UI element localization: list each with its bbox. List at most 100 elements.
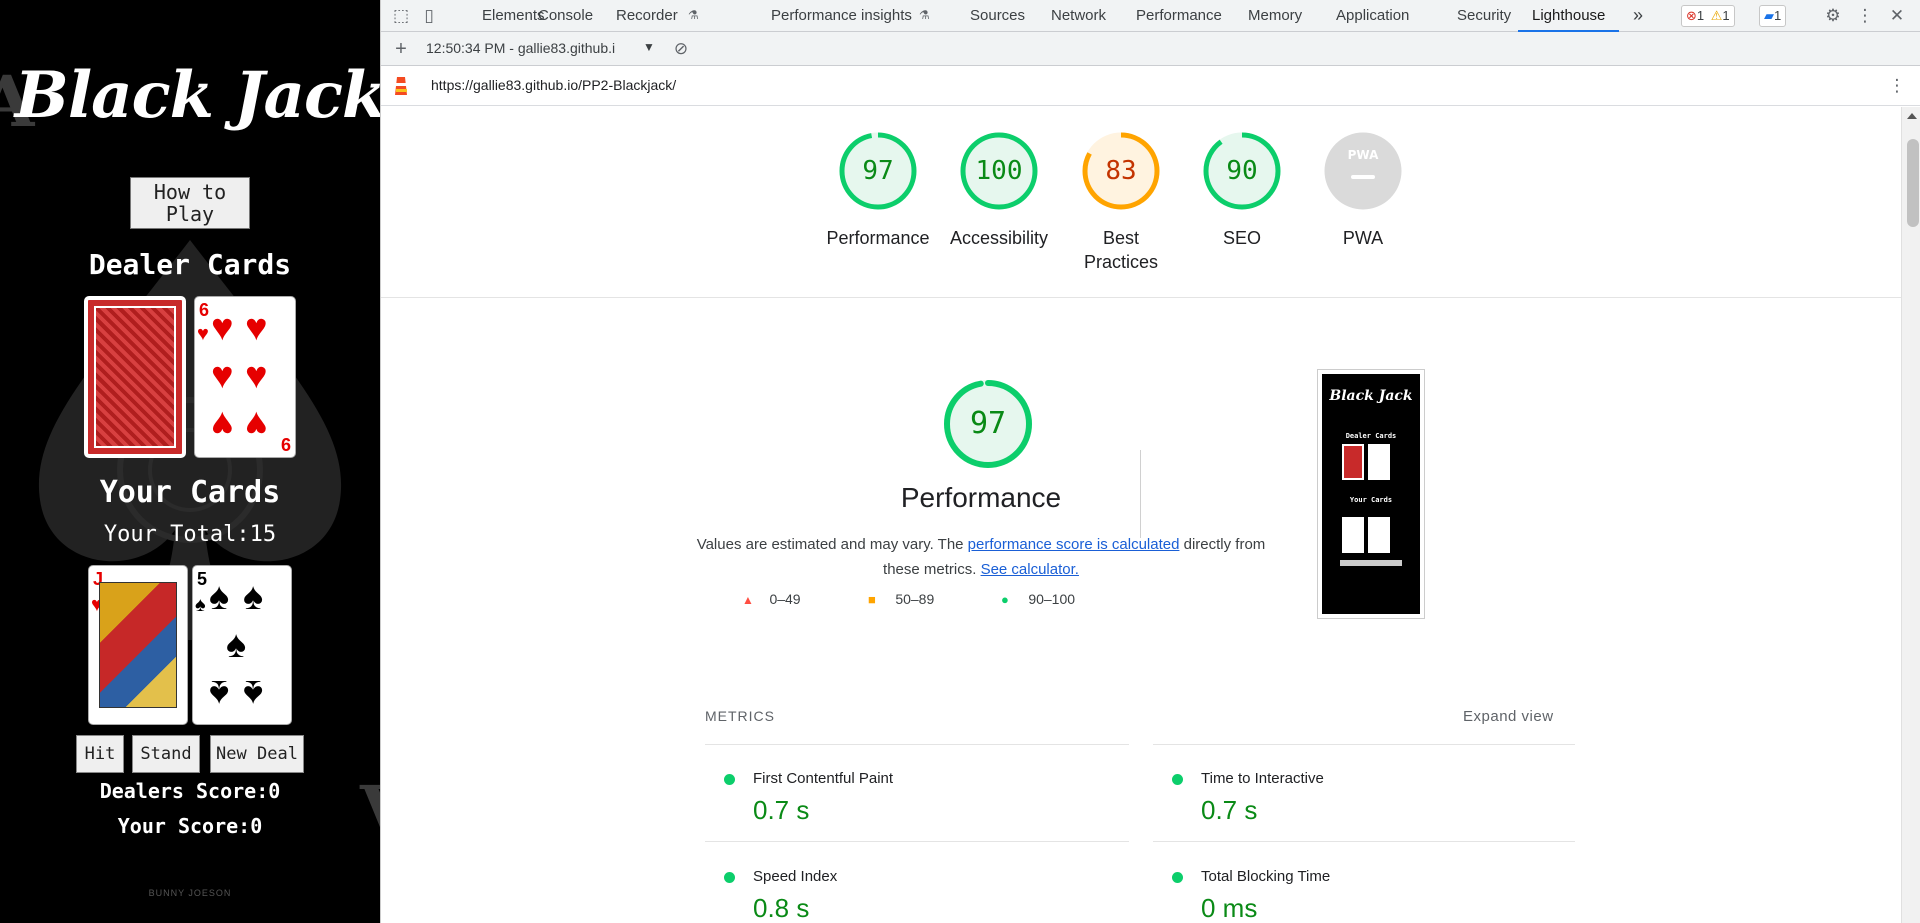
legend-fail: ▲ 0–49 xyxy=(742,591,801,607)
metric-name: Time to Interactive xyxy=(1201,770,1324,787)
pass-indicator-icon xyxy=(724,872,735,883)
divider xyxy=(381,297,1901,298)
tab-security[interactable]: Security xyxy=(1457,0,1511,32)
dealer-card-facedown xyxy=(84,296,186,458)
pass-indicator-icon xyxy=(724,774,735,785)
more-tabs-button[interactable]: » xyxy=(1633,0,1643,32)
experimental-flask-icon: ⚗ xyxy=(688,8,699,22)
gauge-pwa[interactable]: PWA PWA xyxy=(1323,131,1403,248)
vertical-divider xyxy=(1140,450,1141,538)
gauge-performance[interactable]: 97 Performance xyxy=(826,131,930,248)
message-icon: ▰ xyxy=(1764,8,1774,23)
jack-face-image xyxy=(99,582,177,708)
tab-performance-insights[interactable]: Performance insights xyxy=(771,0,912,32)
scrollbar-thumb[interactable] xyxy=(1907,139,1919,227)
your-score: Your Score:0 xyxy=(117,814,263,838)
performance-heading: Performance xyxy=(900,482,1062,513)
performance-description: Values are estimated and may vary. The p… xyxy=(696,536,1266,578)
gauge-label: PWA xyxy=(1342,228,1384,248)
devtools-toolbar: ⬚ ▯ Elements Console Recorder ⚗ Performance … xyxy=(381,0,1920,32)
gauge-seo[interactable]: 90 SEO xyxy=(1202,131,1282,248)
performance-main-gauge: 97 xyxy=(942,378,1034,470)
device-toolbar-icon[interactable]: ▯ xyxy=(417,4,441,28)
new-report-plus-icon[interactable]: + xyxy=(389,37,413,61)
heart-icon: ♥ xyxy=(211,355,234,397)
clear-reports-icon[interactable]: ⊘ xyxy=(669,37,693,61)
tab-elements[interactable]: Elements xyxy=(482,0,545,32)
metric-name: Total Blocking Time xyxy=(1201,868,1331,885)
warning-icon: ⚠ xyxy=(1710,8,1723,23)
gauge-best-practices[interactable]: 83 Best Practices xyxy=(1081,131,1161,272)
more-options-icon[interactable]: ⋮ xyxy=(1853,4,1877,28)
player-card-jack-hearts: J ♥ xyxy=(88,565,188,725)
footer-credit: BUNNY JOESON xyxy=(148,888,232,898)
your-total: Your Total:15 xyxy=(103,522,277,547)
dealers-score: Dealers Score:0 xyxy=(99,779,281,803)
dealer-cards-heading: Dealer Cards xyxy=(88,248,292,281)
gauge-label: Accessibility xyxy=(949,228,1049,248)
scroll-up-arrow-icon[interactable] xyxy=(1907,113,1917,119)
metric-value: 0.7 s xyxy=(753,795,810,825)
heart-icon: ♥ xyxy=(245,403,268,445)
lighthouse-logo-icon xyxy=(393,75,409,97)
tab-recorder[interactable]: Recorder xyxy=(616,0,678,32)
dealer-card-six-hearts: 6 ♥ ♥ ♥ ♥ ♥ ♥ ♥ 9 xyxy=(194,296,296,458)
gauge-accessibility[interactable]: 100 Accessibility xyxy=(950,131,1048,248)
tab-lighthouse[interactable]: Lighthouse xyxy=(1518,0,1620,32)
player-card-five-spades: 5 ♠ ♠ ♠ ♠ ♠ ♠ xyxy=(192,565,292,725)
metric-name: Speed Index xyxy=(753,868,838,885)
see-calculator-link[interactable]: See calculator. xyxy=(981,561,1079,578)
devtools-panel: ⬚ ▯ Elements Console Recorder ⚗ Performance … xyxy=(380,0,1920,923)
spade-icon: ♠ xyxy=(226,624,247,666)
gauge-score: 100 xyxy=(975,156,1023,186)
tab-sources[interactable]: Sources xyxy=(970,0,1025,32)
tab-performance[interactable]: Performance xyxy=(1136,0,1222,32)
performance-main-score: 97 xyxy=(969,406,1007,441)
metric-value: 0 ms xyxy=(1201,893,1258,923)
messages-badge[interactable]: ▰1 xyxy=(1759,5,1787,27)
report-selector[interactable]: 12:50:34 PM - gallie83.github.i xyxy=(426,40,615,56)
metric-value: 0.8 s xyxy=(753,893,810,923)
gauge-score: 97 xyxy=(862,156,894,186)
red-triangle-icon: ▲ xyxy=(742,593,754,607)
gauge-label: Best Practices xyxy=(1083,228,1159,272)
final-screenshot-thumbnail[interactable]: Black Jack Dealer Cards Your Cards xyxy=(1317,369,1425,619)
metric-name: First Contentful Paint xyxy=(753,770,894,787)
heart-icon: ♥ xyxy=(245,355,268,397)
tab-memory[interactable]: Memory xyxy=(1248,0,1302,32)
heart-icon: ♥ xyxy=(245,307,268,349)
tab-console[interactable]: Console xyxy=(538,0,593,32)
chevron-down-icon[interactable]: ▼ xyxy=(643,40,655,54)
close-icon[interactable]: ✕ xyxy=(1885,4,1909,28)
legend-pass: ● 90–100 xyxy=(1001,591,1076,607)
metric-divider xyxy=(705,841,1129,842)
metric-divider xyxy=(1153,841,1575,842)
expand-view-toggle[interactable]: Expand view xyxy=(1463,708,1554,725)
legend-average: ■ 50–89 xyxy=(868,591,935,607)
green-circle-icon: ● xyxy=(1001,592,1009,607)
spade-icon: ♠ xyxy=(209,576,230,618)
spade-icon: ♠ xyxy=(243,576,264,618)
gauge-score: PWA xyxy=(1347,148,1379,162)
heart-icon: ♥ xyxy=(211,403,234,445)
report-url-bar: https://gallie83.github.io/PP2-Blackjack… xyxy=(381,66,1920,106)
report-scrollbar[interactable] xyxy=(1901,107,1920,923)
metric-value: 0.7 s xyxy=(1201,795,1258,825)
new-deal-button[interactable]: New Deal xyxy=(210,735,304,773)
hit-button[interactable]: Hit xyxy=(76,735,124,773)
issue-counts[interactable]: ⊗1 ⚠1 xyxy=(1681,5,1735,27)
tab-network[interactable]: Network xyxy=(1051,0,1106,32)
experimental-flask-icon: ⚗ xyxy=(919,8,930,22)
background-spade-icon xyxy=(38,240,342,640)
spade-icon: ♠ xyxy=(195,594,206,616)
stand-button[interactable]: Stand xyxy=(132,735,200,773)
settings-gear-icon[interactable]: ⚙ xyxy=(1821,4,1845,28)
performance-score-link[interactable]: performance score is calculated xyxy=(968,536,1180,553)
game-title: Black Jack xyxy=(14,58,380,133)
report-url[interactable]: https://gallie83.github.io/PP2-Blackjack… xyxy=(431,77,676,93)
tab-application[interactable]: Application xyxy=(1336,0,1409,32)
how-to-play-button[interactable]: How to Play xyxy=(130,177,250,229)
report-menu-icon[interactable]: ⋮ xyxy=(1885,74,1909,98)
spade-icon: ♠ xyxy=(243,672,264,714)
inspect-element-icon[interactable]: ⬚ xyxy=(389,4,413,28)
